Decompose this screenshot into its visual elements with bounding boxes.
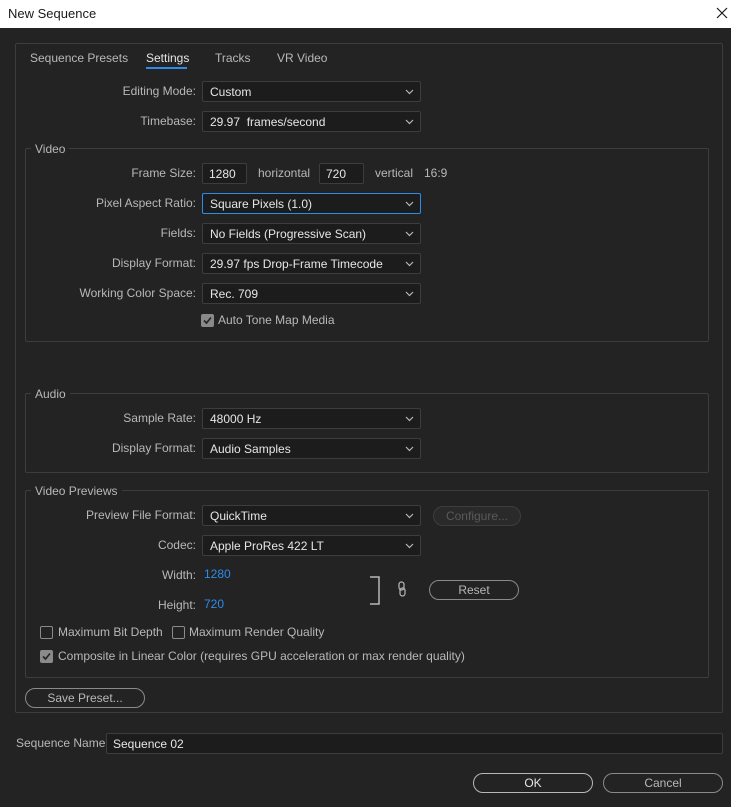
title-bar <box>0 0 731 28</box>
codec-value: Apple ProRes 422 LT <box>210 539 324 553</box>
link-chain-icon[interactable] <box>396 581 408 600</box>
preview-width-label: Width: <box>161 568 196 582</box>
auto-tone-label: Auto Tone Map Media <box>218 313 335 327</box>
pixel-aspect-value: Square Pixels (1.0) <box>210 197 313 211</box>
aspect-ratio-text: 16:9 <box>424 166 448 180</box>
audio-group <box>25 393 709 473</box>
audio-group-title: Audio <box>31 387 70 401</box>
video-group-title: Video <box>31 142 70 156</box>
preview-file-format-label: Preview File Format: <box>85 508 196 522</box>
tab-settings[interactable]: Settings <box>146 51 189 65</box>
editing-mode-dropdown[interactable]: Custom <box>202 81 421 102</box>
configure-button[interactable]: Configure... <box>433 506 521 526</box>
color-space-label: Working Color Space: <box>79 286 197 300</box>
timebase-value: 29.97 frames/second <box>210 115 326 129</box>
chevron-down-icon <box>405 291 414 297</box>
tab-sequence-presets[interactable]: Sequence Presets <box>30 51 128 65</box>
timebase-dropdown[interactable]: 29.97 frames/second <box>202 111 421 132</box>
sample-rate-value: 48000 Hz <box>210 412 262 426</box>
active-tab-indicator <box>146 67 187 69</box>
max-render-quality-label: Maximum Render Quality <box>189 625 325 639</box>
fields-label: Fields: <box>160 226 196 240</box>
constrain-bracket-icon <box>369 576 383 609</box>
preview-width-value[interactable]: 1280 <box>204 567 231 581</box>
tab-tracks[interactable]: Tracks <box>215 51 251 65</box>
sample-rate-dropdown[interactable]: 48000 Hz <box>202 408 421 429</box>
pixel-aspect-dropdown[interactable]: Square Pixels (1.0) <box>202 193 421 214</box>
auto-tone-checkbox[interactable] <box>201 314 214 327</box>
checkmark-icon <box>203 316 212 325</box>
chevron-down-icon <box>405 119 414 125</box>
chevron-down-icon <box>405 513 414 519</box>
chevron-down-icon <box>405 261 414 267</box>
preview-height-value[interactable]: 720 <box>204 597 224 611</box>
video-display-format-dropdown[interactable]: 29.97 fps Drop-Frame Timecode <box>202 253 421 274</box>
audio-display-format-value: Audio Samples <box>210 442 291 456</box>
color-space-dropdown[interactable]: Rec. 709 <box>202 283 421 304</box>
codec-label: Codec: <box>157 538 196 552</box>
frame-width-input[interactable]: 1280 <box>202 163 247 184</box>
fields-value: No Fields (Progressive Scan) <box>210 227 367 241</box>
close-icon[interactable] <box>712 5 731 23</box>
window-title: New Sequence <box>8 6 97 21</box>
chevron-down-icon <box>405 89 414 95</box>
sequence-name-input[interactable]: Sequence 02 <box>106 733 723 754</box>
editing-mode-value: Custom <box>210 85 252 99</box>
preview-height-label: Height: <box>157 598 196 612</box>
cancel-button[interactable]: Cancel <box>603 773 723 793</box>
frame-height-input[interactable]: 720 <box>319 163 364 184</box>
preview-file-format-value: QuickTime <box>210 509 267 523</box>
chevron-down-icon <box>405 201 414 207</box>
timebase-label: Timebase: <box>140 114 196 128</box>
sequence-name-label: Sequence Name: <box>16 736 109 750</box>
chevron-down-icon <box>405 231 414 237</box>
composite-linear-label: Composite in Linear Color (requires GPU … <box>58 649 465 663</box>
vertical-label: vertical <box>375 166 414 180</box>
chevron-down-icon <box>405 543 414 549</box>
editing-mode-label: Editing Mode: <box>122 84 196 98</box>
video-display-format-label: Display Format: <box>111 256 196 270</box>
fields-dropdown[interactable]: No Fields (Progressive Scan) <box>202 223 421 244</box>
color-space-value: Rec. 709 <box>210 287 259 301</box>
tab-vr-video[interactable]: VR Video <box>277 51 327 65</box>
save-preset-button[interactable]: Save Preset... <box>25 688 145 708</box>
sample-rate-label: Sample Rate: <box>123 411 196 425</box>
video-display-format-value: 29.97 fps Drop-Frame Timecode <box>210 257 383 271</box>
max-bit-depth-checkbox[interactable] <box>40 626 53 639</box>
ok-button[interactable]: OK <box>473 773 593 793</box>
audio-display-format-label: Display Format: <box>111 441 196 455</box>
frame-size-label: Frame Size: <box>131 166 196 180</box>
checkmark-icon <box>42 652 51 661</box>
chevron-down-icon <box>405 446 414 452</box>
codec-dropdown[interactable]: Apple ProRes 422 LT <box>202 535 421 556</box>
max-render-quality-checkbox[interactable] <box>172 626 185 639</box>
preview-file-format-dropdown[interactable]: QuickTime <box>202 505 421 526</box>
chevron-down-icon <box>405 416 414 422</box>
reset-button[interactable]: Reset <box>429 580 519 600</box>
pixel-aspect-label: Pixel Aspect Ratio: <box>95 196 196 210</box>
video-previews-group-title: Video Previews <box>31 484 122 498</box>
audio-display-format-dropdown[interactable]: Audio Samples <box>202 438 421 459</box>
horizontal-label: horizontal <box>258 166 311 180</box>
max-bit-depth-label: Maximum Bit Depth <box>58 625 163 639</box>
composite-linear-checkbox[interactable] <box>40 650 53 663</box>
